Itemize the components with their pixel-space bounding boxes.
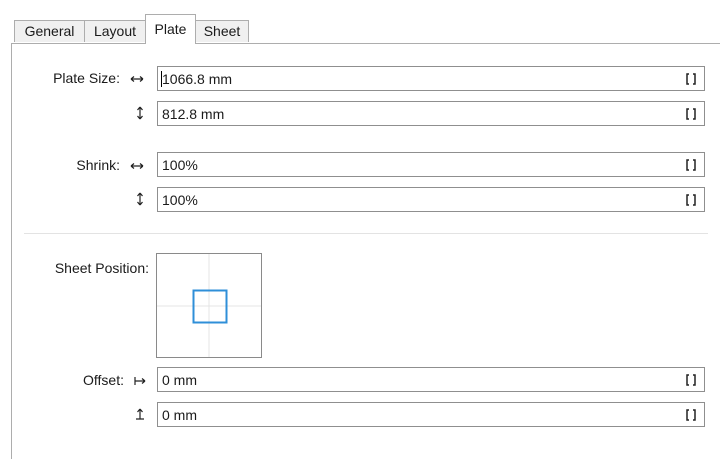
tab-sheet[interactable]: Sheet bbox=[195, 20, 249, 42]
offset-label: Offset: bbox=[83, 372, 124, 388]
shrink-vertical-value: 100% bbox=[162, 192, 198, 208]
shrink-label: Shrink: bbox=[76, 157, 120, 173]
offset-vertical-value: 0 mm bbox=[162, 407, 197, 423]
offset-vertical-field[interactable]: 0 mm bbox=[157, 402, 705, 427]
plate-height-field[interactable]: 812.8 mm bbox=[157, 101, 705, 126]
sheet-position-picker[interactable] bbox=[156, 253, 262, 358]
sheet-position-grid bbox=[157, 254, 261, 357]
shrink-horizontal-field[interactable]: 100% bbox=[157, 152, 705, 177]
tab-plate[interactable]: Plate bbox=[145, 14, 196, 44]
sheet-position-label: Sheet Position: bbox=[54, 260, 149, 276]
plate-width-field[interactable]: 1066.8 mm bbox=[157, 66, 705, 91]
shrink-horizontal-value: 100% bbox=[162, 157, 198, 173]
bracket-lock-icon[interactable] bbox=[686, 194, 696, 206]
plate-width-value: 1066.8 mm bbox=[162, 71, 233, 87]
bracket-lock-icon[interactable] bbox=[686, 108, 696, 120]
bracket-lock-icon[interactable] bbox=[686, 159, 696, 171]
bracket-lock-icon[interactable] bbox=[686, 73, 696, 85]
offset-horizontal-field[interactable]: 0 mm bbox=[157, 367, 705, 392]
tab-layout[interactable]: Layout bbox=[84, 20, 146, 42]
offset-horizontal-value: 0 mm bbox=[162, 372, 197, 388]
window-top-strip bbox=[0, 0, 720, 12]
offset-right-icon bbox=[134, 377, 146, 385]
offset-up-icon bbox=[136, 408, 144, 420]
bracket-lock-icon[interactable] bbox=[686, 374, 696, 386]
tab-general[interactable]: General bbox=[14, 20, 85, 42]
horizontal-arrow-icon bbox=[130, 163, 144, 169]
horizontal-arrow-icon bbox=[130, 76, 144, 82]
vertical-arrow-icon bbox=[137, 192, 143, 206]
plate-size-label: Plate Size: bbox=[53, 70, 120, 86]
shrink-vertical-field[interactable]: 100% bbox=[157, 187, 705, 212]
vertical-arrow-icon bbox=[137, 106, 143, 120]
section-divider bbox=[24, 233, 708, 234]
plate-height-value: 812.8 mm bbox=[162, 106, 225, 122]
bracket-lock-icon[interactable] bbox=[686, 409, 696, 421]
